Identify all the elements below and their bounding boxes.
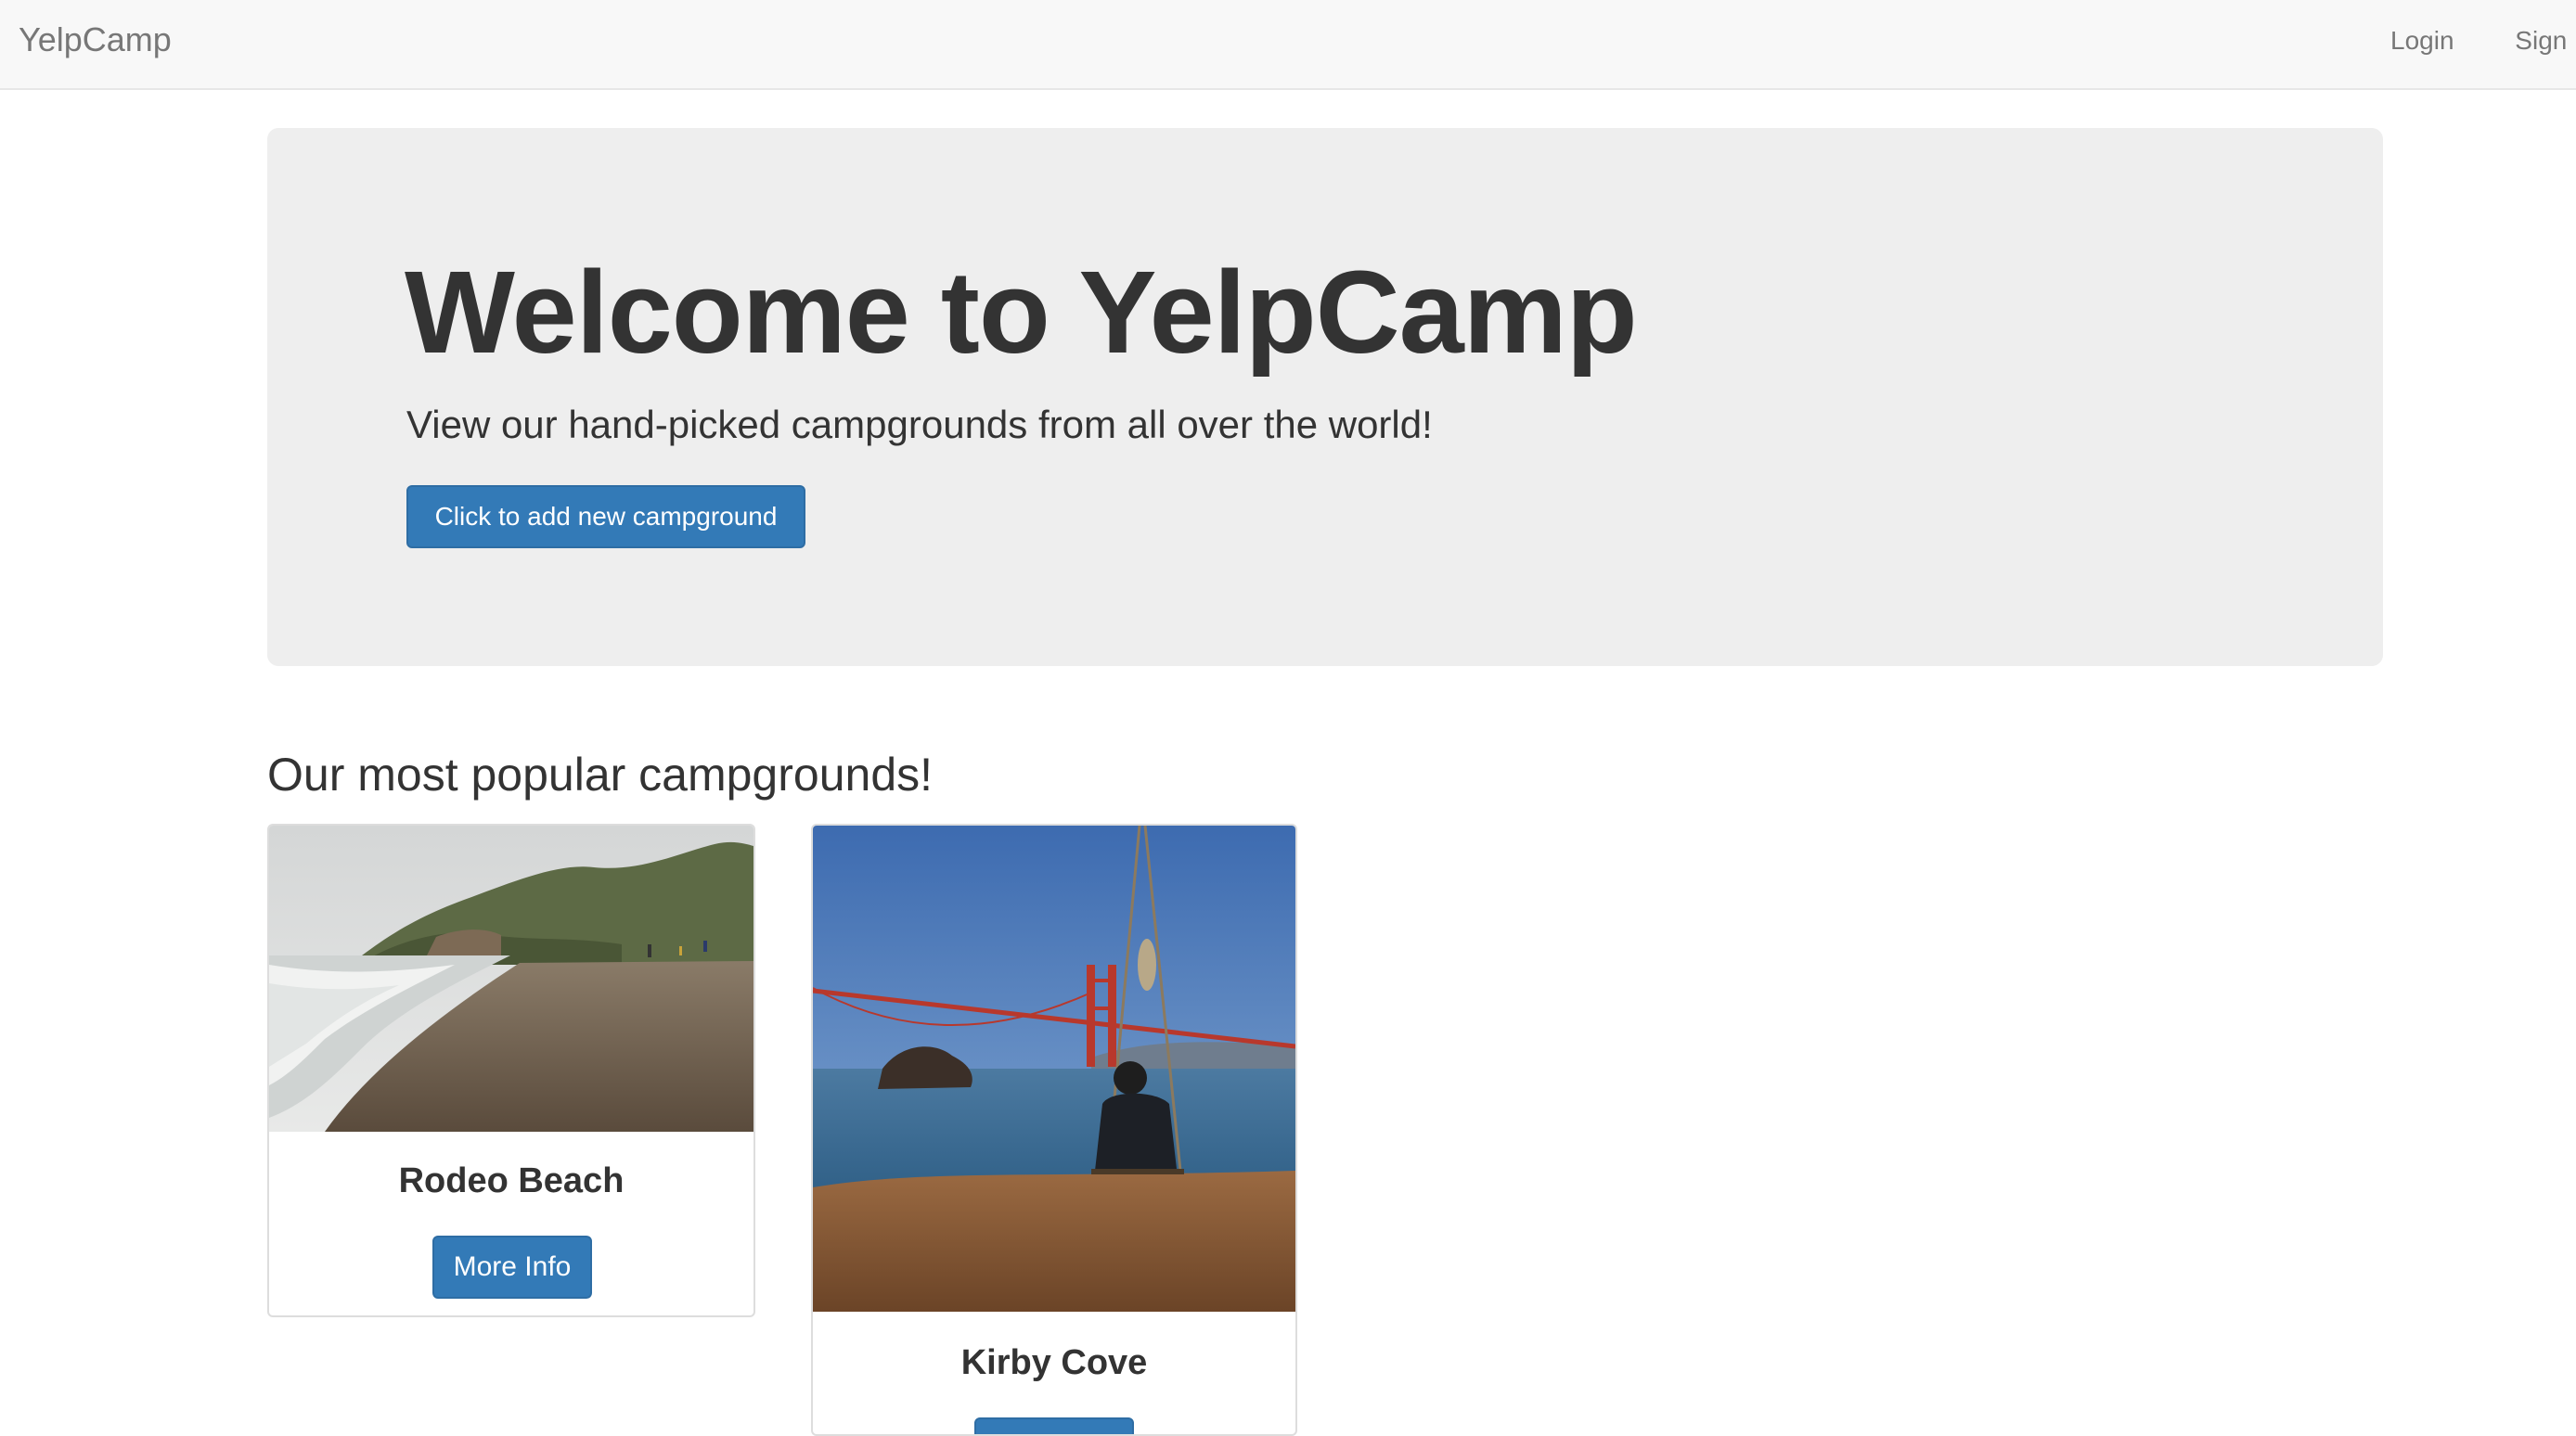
campground-name: Kirby Cove [960,1343,1148,1382]
add-campground-button[interactable]: Click to add new campground [406,485,805,548]
campground-card: Kirby Cove More Info [811,824,1297,1436]
more-info-button[interactable]: More Info [974,1417,1134,1434]
navbar-clip: YelpCamp Login Sign Up [0,0,2576,90]
campground-name: Rodeo Beach [398,1161,625,1200]
more-info-button[interactable]: More Info [432,1236,592,1299]
jumbotron: Welcome to YelpCamp View our hand-picked… [267,128,2383,666]
campground-image[interactable] [269,826,753,1132]
login-link[interactable]: Login [2390,26,2454,55]
signup-link[interactable]: Sign Up [2515,26,2576,55]
page-title: Welcome to YelpCamp [405,247,1638,378]
section-title: Our most popular campgrounds! [267,749,934,801]
brand-link[interactable]: YelpCamp [19,20,172,59]
campground-card: Rodeo Beach More Info [267,824,755,1317]
navbar: YelpCamp Login Sign Up [0,0,2576,90]
nav-right: Login Sign Up [2390,26,2576,56]
page-subtitle: View our hand-picked campgrounds from al… [406,403,1433,446]
campground-image[interactable] [813,826,1295,1312]
